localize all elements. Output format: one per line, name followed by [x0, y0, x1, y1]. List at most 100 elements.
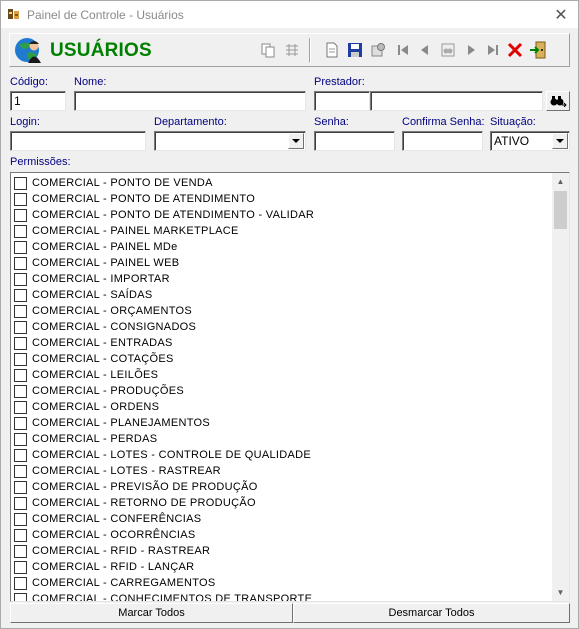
permission-item[interactable]: COMERCIAL - CONSIGNADOS: [14, 319, 550, 335]
permission-checkbox[interactable]: [14, 304, 27, 318]
permission-label: COMERCIAL - ORÇAMENTOS: [32, 305, 193, 317]
exit-button[interactable]: [527, 38, 549, 62]
permission-item[interactable]: COMERCIAL - PONTO DE ATENDIMENTO - VALID…: [14, 207, 550, 223]
permission-item[interactable]: COMERCIAL - LEILÕES: [14, 367, 550, 383]
codigo-label: Código:: [10, 76, 48, 88]
scroll-thumb[interactable]: [554, 191, 567, 229]
permission-item[interactable]: COMERCIAL - LOTES - CONTROLE DE QUALIDAD…: [14, 447, 550, 463]
nome-label: Nome:: [74, 76, 107, 88]
permission-item[interactable]: COMERCIAL - PAINEL WEB: [14, 255, 550, 271]
login-input[interactable]: [10, 131, 146, 151]
codigo-input[interactable]: [10, 91, 66, 111]
permission-checkbox[interactable]: [14, 288, 27, 302]
situacao-select[interactable]: ATIVO: [490, 131, 570, 151]
permission-checkbox[interactable]: [14, 368, 27, 382]
permission-checkbox[interactable]: [14, 448, 27, 462]
permission-item[interactable]: COMERCIAL - ORDENS: [14, 399, 550, 415]
permission-checkbox[interactable]: [14, 544, 27, 558]
permission-item[interactable]: COMERCIAL - RETORNO DE PRODUÇÃO: [14, 495, 550, 511]
permission-checkbox[interactable]: [14, 432, 27, 446]
permission-checkbox[interactable]: [14, 560, 27, 574]
permission-item[interactable]: COMERCIAL - CONFERÊNCIAS: [14, 511, 550, 527]
permission-checkbox[interactable]: [14, 352, 27, 366]
first-record-button[interactable]: [392, 38, 414, 62]
permission-label: COMERCIAL - PAINEL MARKETPLACE: [32, 225, 239, 237]
permission-item[interactable]: COMERCIAL - SAÍDAS: [14, 287, 550, 303]
new-record-button[interactable]: [321, 38, 343, 62]
permission-checkbox[interactable]: [14, 224, 27, 238]
permission-checkbox[interactable]: [14, 240, 27, 254]
login-label: Login:: [10, 116, 40, 128]
permission-checkbox[interactable]: [14, 464, 27, 478]
permission-item[interactable]: COMERCIAL - PERDAS: [14, 431, 550, 447]
nome-input[interactable]: [74, 91, 306, 111]
permission-item[interactable]: COMERCIAL - COTAÇÕES: [14, 351, 550, 367]
permission-item[interactable]: COMERCIAL - ENTRADAS: [14, 335, 550, 351]
last-record-icon: [488, 45, 498, 55]
find-record-button[interactable]: [437, 38, 459, 62]
permission-item[interactable]: COMERCIAL - CONHECIMENTOS DE TRANSPORTE: [14, 591, 550, 601]
prestador-name-input[interactable]: [370, 91, 543, 111]
permission-item[interactable]: COMERCIAL - OCORRÊNCIAS: [14, 527, 550, 543]
departamento-select[interactable]: [154, 131, 306, 151]
permission-item[interactable]: COMERCIAL - PLANEJAMENTOS: [14, 415, 550, 431]
vertical-scrollbar[interactable]: ▲ ▼: [552, 173, 569, 601]
permission-checkbox[interactable]: [14, 592, 27, 601]
permission-checkbox[interactable]: [14, 176, 27, 190]
permission-checkbox[interactable]: [14, 192, 27, 206]
permission-checkbox[interactable]: [14, 320, 27, 334]
permission-item[interactable]: COMERCIAL - PONTO DE ATENDIMENTO: [14, 191, 550, 207]
permission-item[interactable]: COMERCIAL - PAINEL MDe: [14, 239, 550, 255]
permission-item[interactable]: COMERCIAL - PONTO DE VENDA: [14, 175, 550, 191]
senha-input[interactable]: [314, 131, 395, 151]
save-button[interactable]: [344, 38, 366, 62]
permission-checkbox[interactable]: [14, 256, 27, 270]
unmark-all-button[interactable]: Desmarcar Todos: [293, 603, 570, 623]
scroll-down-icon[interactable]: ▼: [552, 584, 569, 601]
permission-checkbox[interactable]: [14, 208, 27, 222]
permission-checkbox[interactable]: [14, 496, 27, 510]
permission-label: COMERCIAL - RFID - RASTREAR: [32, 545, 211, 557]
situacao-value: ATIVO: [494, 134, 530, 148]
permission-checkbox[interactable]: [14, 576, 27, 590]
grid-button[interactable]: [281, 38, 303, 62]
permission-item[interactable]: COMERCIAL - CARREGAMENTOS: [14, 575, 550, 591]
grid-icon: [286, 44, 298, 56]
next-record-icon: [468, 45, 475, 55]
permission-checkbox[interactable]: [14, 528, 27, 542]
permission-checkbox[interactable]: [14, 400, 27, 414]
mark-all-button[interactable]: Marcar Todos: [10, 603, 293, 623]
permission-checkbox[interactable]: [14, 384, 27, 398]
permission-item[interactable]: COMERCIAL - PREVISÃO DE PRODUÇÃO: [14, 479, 550, 495]
prestador-search-button[interactable]: [546, 91, 570, 111]
binoculars-icon: [441, 43, 455, 57]
last-record-button[interactable]: [482, 38, 504, 62]
chevron-down-icon[interactable]: [552, 133, 568, 149]
confirma-senha-input[interactable]: [402, 131, 483, 151]
permission-item[interactable]: COMERCIAL - RFID - RASTREAR: [14, 543, 550, 559]
header-panel: USUÁRIOS: [9, 33, 570, 67]
permission-item[interactable]: COMERCIAL - IMPORTAR: [14, 271, 550, 287]
permission-checkbox[interactable]: [14, 336, 27, 350]
permission-checkbox[interactable]: [14, 416, 27, 430]
confirma-senha-label: Confirma Senha:: [402, 116, 485, 128]
permission-item[interactable]: COMERCIAL - LOTES - RASTREAR: [14, 463, 550, 479]
window-title: Painel de Controle - Usuários: [27, 8, 184, 22]
copy-button[interactable]: [257, 38, 279, 62]
prior-record-button[interactable]: [414, 38, 436, 62]
permission-item[interactable]: COMERCIAL - PAINEL MARKETPLACE: [14, 223, 550, 239]
next-record-button[interactable]: [460, 38, 482, 62]
permission-checkbox[interactable]: [14, 480, 27, 494]
permission-item[interactable]: COMERCIAL - PRODUÇÕES: [14, 383, 550, 399]
cancel-edit-button[interactable]: [367, 38, 389, 62]
permission-label: COMERCIAL - CARREGAMENTOS: [32, 577, 216, 589]
permission-item[interactable]: COMERCIAL - ORÇAMENTOS: [14, 303, 550, 319]
permission-item[interactable]: COMERCIAL - RFID - LANÇAR: [14, 559, 550, 575]
prestador-code-input[interactable]: [314, 91, 370, 111]
close-button[interactable]: ✕: [544, 1, 578, 28]
delete-button[interactable]: [504, 38, 526, 62]
scroll-up-icon[interactable]: ▲: [552, 173, 569, 190]
permission-checkbox[interactable]: [14, 512, 27, 526]
chevron-down-icon[interactable]: [288, 133, 304, 149]
permission-checkbox[interactable]: [14, 272, 27, 286]
